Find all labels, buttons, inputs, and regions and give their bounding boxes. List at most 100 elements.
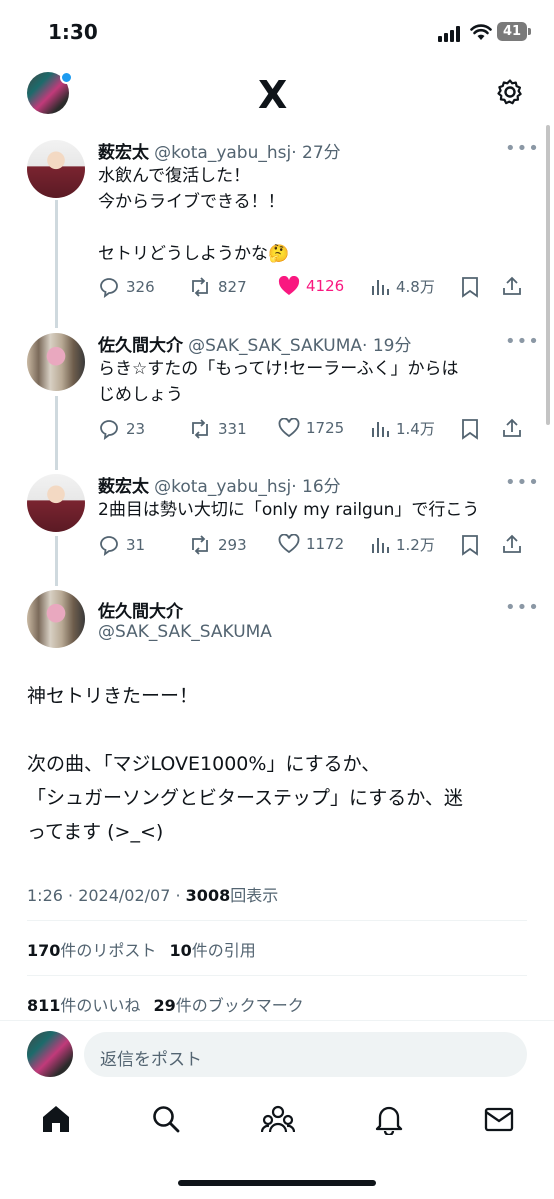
- share-icon[interactable]: [501, 417, 523, 439]
- bell-icon[interactable]: [375, 1103, 403, 1135]
- status-time: 1:30: [48, 20, 98, 44]
- reply-icon: [98, 418, 120, 440]
- repost-icon: [188, 418, 212, 440]
- battery-cap: [528, 28, 531, 35]
- tweet-text: 神セトリきたーー！ 次の曲、「マジLOVE1000%」にするか、 「シュガーソン…: [27, 685, 463, 843]
- like-count: 1725: [306, 419, 345, 437]
- more-icon[interactable]: •••: [505, 331, 540, 352]
- handle[interactable]: @kota_yabu_hsj: [154, 143, 291, 163]
- views-label: 回表示: [230, 886, 279, 905]
- home-indicator: [178, 1180, 376, 1186]
- reposts-stat[interactable]: 170件のリポスト: [27, 941, 156, 960]
- repost-count: 331: [218, 420, 247, 438]
- views-count: 3008: [185, 886, 231, 905]
- my-avatar: [27, 1031, 73, 1077]
- divider: [27, 920, 527, 921]
- bookmarks-stat[interactable]: 29件のブックマーク: [154, 996, 304, 1015]
- quotes-count: 10: [169, 941, 192, 960]
- likes-stat[interactable]: 811件のいいね: [27, 996, 140, 1015]
- scrollbar[interactable]: [546, 125, 550, 425]
- avatar[interactable]: [27, 590, 85, 648]
- views-icon: [370, 419, 390, 439]
- repost-button[interactable]: 293: [188, 534, 247, 556]
- like-button[interactable]: 1172: [278, 534, 344, 554]
- reposts-label: 件のリポスト: [60, 941, 157, 960]
- heart-icon: [278, 534, 300, 554]
- notification-dot: [60, 71, 73, 84]
- quotes-stat[interactable]: 10件の引用: [170, 941, 256, 960]
- reply-placeholder: 返信をポスト: [100, 1050, 202, 1070]
- reply-button[interactable]: 23: [98, 418, 145, 440]
- repost-count: 827: [218, 278, 247, 296]
- more-icon[interactable]: •••: [505, 597, 540, 618]
- reply-count: 326: [126, 278, 155, 296]
- thread-line: [55, 396, 58, 470]
- views-count: 1.2万: [396, 536, 435, 554]
- tweet-text: 水飲んで復活した！ 今からライブできる！！ セトリどうしようかな🤔: [98, 166, 290, 264]
- reply-button[interactable]: 31: [98, 534, 145, 556]
- bookmarks-label: 件のブックマーク: [175, 996, 304, 1015]
- heart-icon: [278, 418, 300, 438]
- x-logo[interactable]: X: [258, 76, 287, 114]
- share-icon[interactable]: [501, 275, 523, 297]
- display-name[interactable]: 薮宏太: [98, 477, 149, 497]
- views-button[interactable]: 1.2万: [370, 534, 435, 555]
- bookmark-icon[interactable]: [460, 534, 480, 556]
- tweet-header: 薮宏太 @kota_yabu_hsj· 16分: [98, 472, 341, 497]
- reply-button[interactable]: 326: [98, 276, 155, 298]
- tweet-time: · 16分: [291, 477, 341, 497]
- tweet-meta: 1:26 · 2024/02/07 · 3008回表示: [27, 882, 278, 906]
- views-icon: [370, 535, 390, 555]
- bookmark-icon[interactable]: [460, 418, 480, 440]
- mail-icon[interactable]: [484, 1107, 514, 1133]
- thread-line: [55, 200, 58, 328]
- cellular-signal-icon: [438, 26, 460, 42]
- share-icon[interactable]: [501, 533, 523, 555]
- battery-indicator: 41: [497, 22, 527, 41]
- divider: [27, 975, 527, 976]
- likes-label: 件のいいね: [60, 996, 141, 1015]
- heart-filled-icon: [278, 276, 300, 296]
- home-icon[interactable]: [40, 1104, 72, 1134]
- tweet-time: · 27分: [291, 143, 341, 163]
- display-name[interactable]: 佐久間大介: [98, 336, 183, 356]
- bookmark-icon[interactable]: [460, 276, 480, 298]
- reply-count: 31: [126, 536, 146, 554]
- avatar[interactable]: [27, 333, 85, 391]
- repost-icon: [188, 534, 212, 556]
- views-button[interactable]: 4.8万: [370, 276, 435, 297]
- engagement-stats: 811件のいいね 29件のブックマーク: [27, 992, 304, 1016]
- gear-icon[interactable]: [496, 78, 524, 106]
- tweet-time: · 19分: [362, 336, 412, 356]
- bookmarks-count: 29: [153, 996, 176, 1015]
- quotes-label: 件の引用: [191, 941, 256, 960]
- avatar[interactable]: [27, 140, 85, 198]
- handle[interactable]: @kota_yabu_hsj: [154, 477, 291, 497]
- avatar[interactable]: [27, 474, 85, 532]
- handle[interactable]: @SAK_SAK_SAKUMA: [98, 622, 272, 642]
- views-count: 1.4万: [396, 420, 435, 438]
- views-button[interactable]: 1.4万: [370, 418, 435, 439]
- repost-button[interactable]: 331: [188, 418, 247, 440]
- repost-icon: [188, 276, 212, 298]
- more-icon[interactable]: •••: [505, 138, 540, 159]
- like-button[interactable]: 1725: [278, 418, 344, 438]
- communities-icon[interactable]: [261, 1104, 295, 1134]
- display-name[interactable]: 薮宏太: [98, 143, 149, 163]
- tweet-header: 佐久間大介 @SAK_SAK_SAKUMA· 19分: [98, 331, 411, 356]
- reply-divider: [0, 1020, 554, 1021]
- views-icon: [370, 277, 390, 297]
- tweet-text: 2曲目は勢い大切に「only my railgun」で行こう: [98, 500, 480, 520]
- reply-count: 23: [126, 420, 146, 438]
- like-count: 4126: [306, 277, 345, 295]
- repost-count: 293: [218, 536, 247, 554]
- handle[interactable]: @SAK_SAK_SAKUMA: [188, 336, 362, 356]
- timestamp: 1:26 · 2024/02/07 ·: [27, 886, 186, 905]
- display-name[interactable]: 佐久間大介: [98, 597, 183, 622]
- more-icon[interactable]: •••: [505, 472, 540, 493]
- search-icon[interactable]: [151, 1104, 181, 1134]
- repost-button[interactable]: 827: [188, 276, 247, 298]
- wifi-icon: [470, 24, 492, 40]
- like-button[interactable]: 4126: [278, 276, 344, 296]
- reply-icon: [98, 534, 120, 556]
